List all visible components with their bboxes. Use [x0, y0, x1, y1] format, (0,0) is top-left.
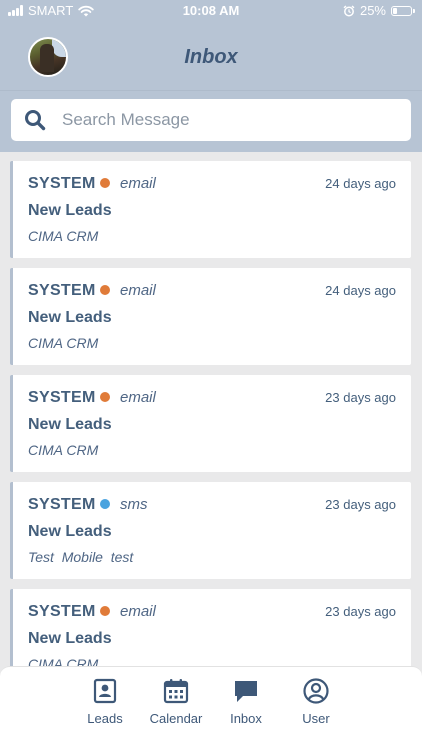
nav-label: Calendar	[149, 711, 203, 726]
nav-calendar[interactable]: Calendar	[141, 677, 211, 726]
message-sender: SYSTEM	[28, 389, 96, 406]
message-sender: SYSTEM	[28, 603, 96, 620]
chat-bubble-icon	[235, 681, 257, 702]
message-subject: New Leads	[28, 630, 112, 647]
nav-leads[interactable]: Leads	[70, 677, 140, 726]
message-channel: email	[120, 282, 156, 299]
user-circle-icon	[303, 678, 329, 704]
channel-dot	[100, 392, 110, 402]
message-time: 23 days ago	[325, 604, 396, 619]
message-channel: email	[120, 175, 156, 192]
message-channel: email	[120, 603, 156, 620]
message-preview: CIMA CRM	[28, 335, 99, 351]
message-time: 24 days ago	[325, 283, 396, 298]
message-subject: New Leads	[28, 523, 112, 540]
message-preview: CIMA CRM	[28, 656, 99, 666]
message-card[interactable]: SYSTEM email 23 days ago New Leads CIMA …	[10, 375, 411, 472]
channel-dot	[100, 499, 110, 509]
nav-label: Inbox	[230, 711, 262, 726]
channel-dot	[100, 178, 110, 188]
status-right: 25%	[343, 3, 415, 18]
search-icon	[25, 110, 46, 131]
bottom-nav: Leads Calendar Inbox User	[0, 666, 422, 751]
message-preview: Test Mobile test	[28, 549, 134, 565]
message-preview: CIMA CRM	[28, 228, 99, 244]
message-time: 23 days ago	[325, 390, 396, 405]
battery-percent: 25%	[359, 3, 386, 18]
message-sender: SYSTEM	[28, 175, 96, 192]
message-card[interactable]: SYSTEM email 23 days ago New Leads CIMA …	[10, 589, 411, 666]
message-card[interactable]: SYSTEM sms 23 days ago New Leads Test Mo…	[10, 482, 411, 579]
search-input[interactable]	[60, 109, 411, 131]
message-subject: New Leads	[28, 202, 112, 219]
nav-label: Leads	[87, 711, 123, 726]
channel-dot	[100, 285, 110, 295]
message-sender: SYSTEM	[28, 496, 96, 513]
nav-label: User	[302, 711, 330, 726]
message-sender: SYSTEM	[28, 282, 96, 299]
message-preview: CIMA CRM	[28, 442, 99, 458]
channel-dot	[100, 606, 110, 616]
status-bar: SMART 10:08 AM 25%	[0, 0, 422, 22]
search-bar[interactable]	[11, 99, 411, 141]
contact-card-icon	[93, 678, 117, 704]
message-subject: New Leads	[28, 309, 112, 326]
message-card[interactable]: SYSTEM email 24 days ago New Leads CIMA …	[10, 161, 411, 258]
nav-user[interactable]: User	[281, 677, 351, 726]
battery-fill	[393, 7, 397, 14]
message-channel: email	[120, 389, 156, 406]
message-subject: New Leads	[28, 416, 112, 433]
page-title: Inbox	[184, 46, 238, 68]
battery-icon	[391, 5, 415, 16]
header: Inbox	[0, 22, 422, 152]
alarm-icon	[343, 4, 355, 16]
message-card[interactable]: SYSTEM email 24 days ago New Leads CIMA …	[10, 268, 411, 365]
header-divider	[0, 90, 422, 91]
message-list[interactable]: SYSTEM email 24 days ago New Leads CIMA …	[0, 152, 422, 666]
calendar-icon	[163, 679, 189, 704]
nav-inbox[interactable]: Inbox	[211, 677, 281, 726]
message-channel: sms	[120, 496, 148, 513]
message-time: 23 days ago	[325, 497, 396, 512]
message-time: 24 days ago	[325, 176, 396, 191]
